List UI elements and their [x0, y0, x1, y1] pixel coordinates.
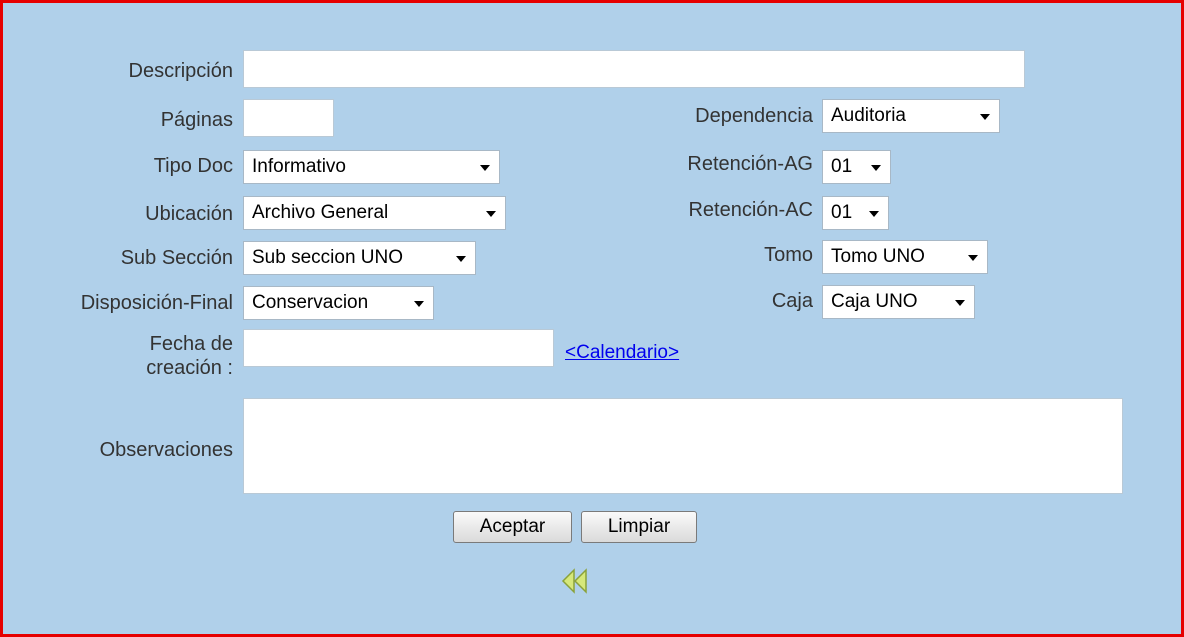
descripcion-label: Descripción	[128, 60, 233, 82]
tomo-label: Tomo	[764, 244, 813, 266]
sub-seccion-value: Sub seccion UNO	[252, 247, 404, 268]
caja-value: Caja UNO	[831, 291, 918, 312]
chevron-down-icon	[871, 165, 881, 171]
ubicacion-label: Ubicación	[145, 203, 233, 225]
chevron-down-icon	[414, 301, 424, 307]
aceptar-button[interactable]: Aceptar	[453, 511, 572, 543]
limpiar-button[interactable]: Limpiar	[581, 511, 697, 543]
descripcion-input[interactable]	[243, 50, 1025, 88]
paginas-label: Páginas	[160, 109, 233, 131]
calendario-link[interactable]: <Calendario>	[565, 341, 679, 365]
tomo-select[interactable]: Tomo UNO	[822, 240, 988, 274]
paginas-input[interactable]	[243, 99, 334, 137]
dependencia-value: Auditoria	[831, 105, 906, 126]
disposicion-final-value: Conservacion	[252, 292, 369, 313]
retencion-ac-value: 01	[831, 202, 853, 223]
chevron-down-icon	[955, 300, 965, 306]
observaciones-label: Observaciones	[99, 439, 233, 461]
disposicion-final-label: Disposición-Final	[80, 292, 233, 314]
retencion-ac-label: Retención-AC	[688, 199, 813, 221]
dependencia-label: Dependencia	[695, 105, 813, 127]
retencion-ag-value: 01	[831, 156, 853, 177]
ubicacion-value: Archivo General	[252, 202, 389, 223]
fecha-creacion-input[interactable]	[243, 329, 554, 367]
chevron-down-icon	[869, 211, 879, 217]
sub-seccion-select[interactable]: Sub seccion UNO	[243, 241, 476, 275]
tipo-doc-select[interactable]: Informativo	[243, 150, 500, 184]
tipo-doc-label: Tipo Doc	[153, 155, 233, 177]
back-arrow-icon[interactable]	[560, 567, 590, 595]
chevron-down-icon	[456, 256, 466, 262]
fecha-creacion-label: Fecha de creación :	[23, 332, 233, 380]
sub-seccion-label: Sub Sección	[120, 247, 233, 269]
chevron-down-icon	[968, 255, 978, 261]
ubicacion-select[interactable]: Archivo General	[243, 196, 506, 230]
chevron-down-icon	[486, 211, 496, 217]
tipo-doc-value: Informativo	[252, 156, 346, 177]
fecha-creacion-label-line2: creación :	[146, 357, 233, 379]
tomo-value: Tomo UNO	[831, 246, 925, 267]
retencion-ag-label: Retención-AG	[687, 153, 813, 175]
fecha-creacion-label-line1: Fecha de	[149, 333, 233, 355]
disposicion-final-select[interactable]: Conservacion	[243, 286, 434, 320]
caja-select[interactable]: Caja UNO	[822, 285, 975, 319]
retencion-ac-select[interactable]: 01	[822, 196, 889, 230]
dependencia-select[interactable]: Auditoria	[822, 99, 1000, 133]
retencion-ag-select[interactable]: 01	[822, 150, 891, 184]
observaciones-textarea[interactable]	[243, 398, 1123, 494]
chevron-down-icon	[480, 165, 490, 171]
form-panel: Descripción Páginas Dependencia Auditori…	[0, 0, 1184, 637]
chevron-down-icon	[980, 114, 990, 120]
caja-label: Caja	[771, 290, 813, 312]
